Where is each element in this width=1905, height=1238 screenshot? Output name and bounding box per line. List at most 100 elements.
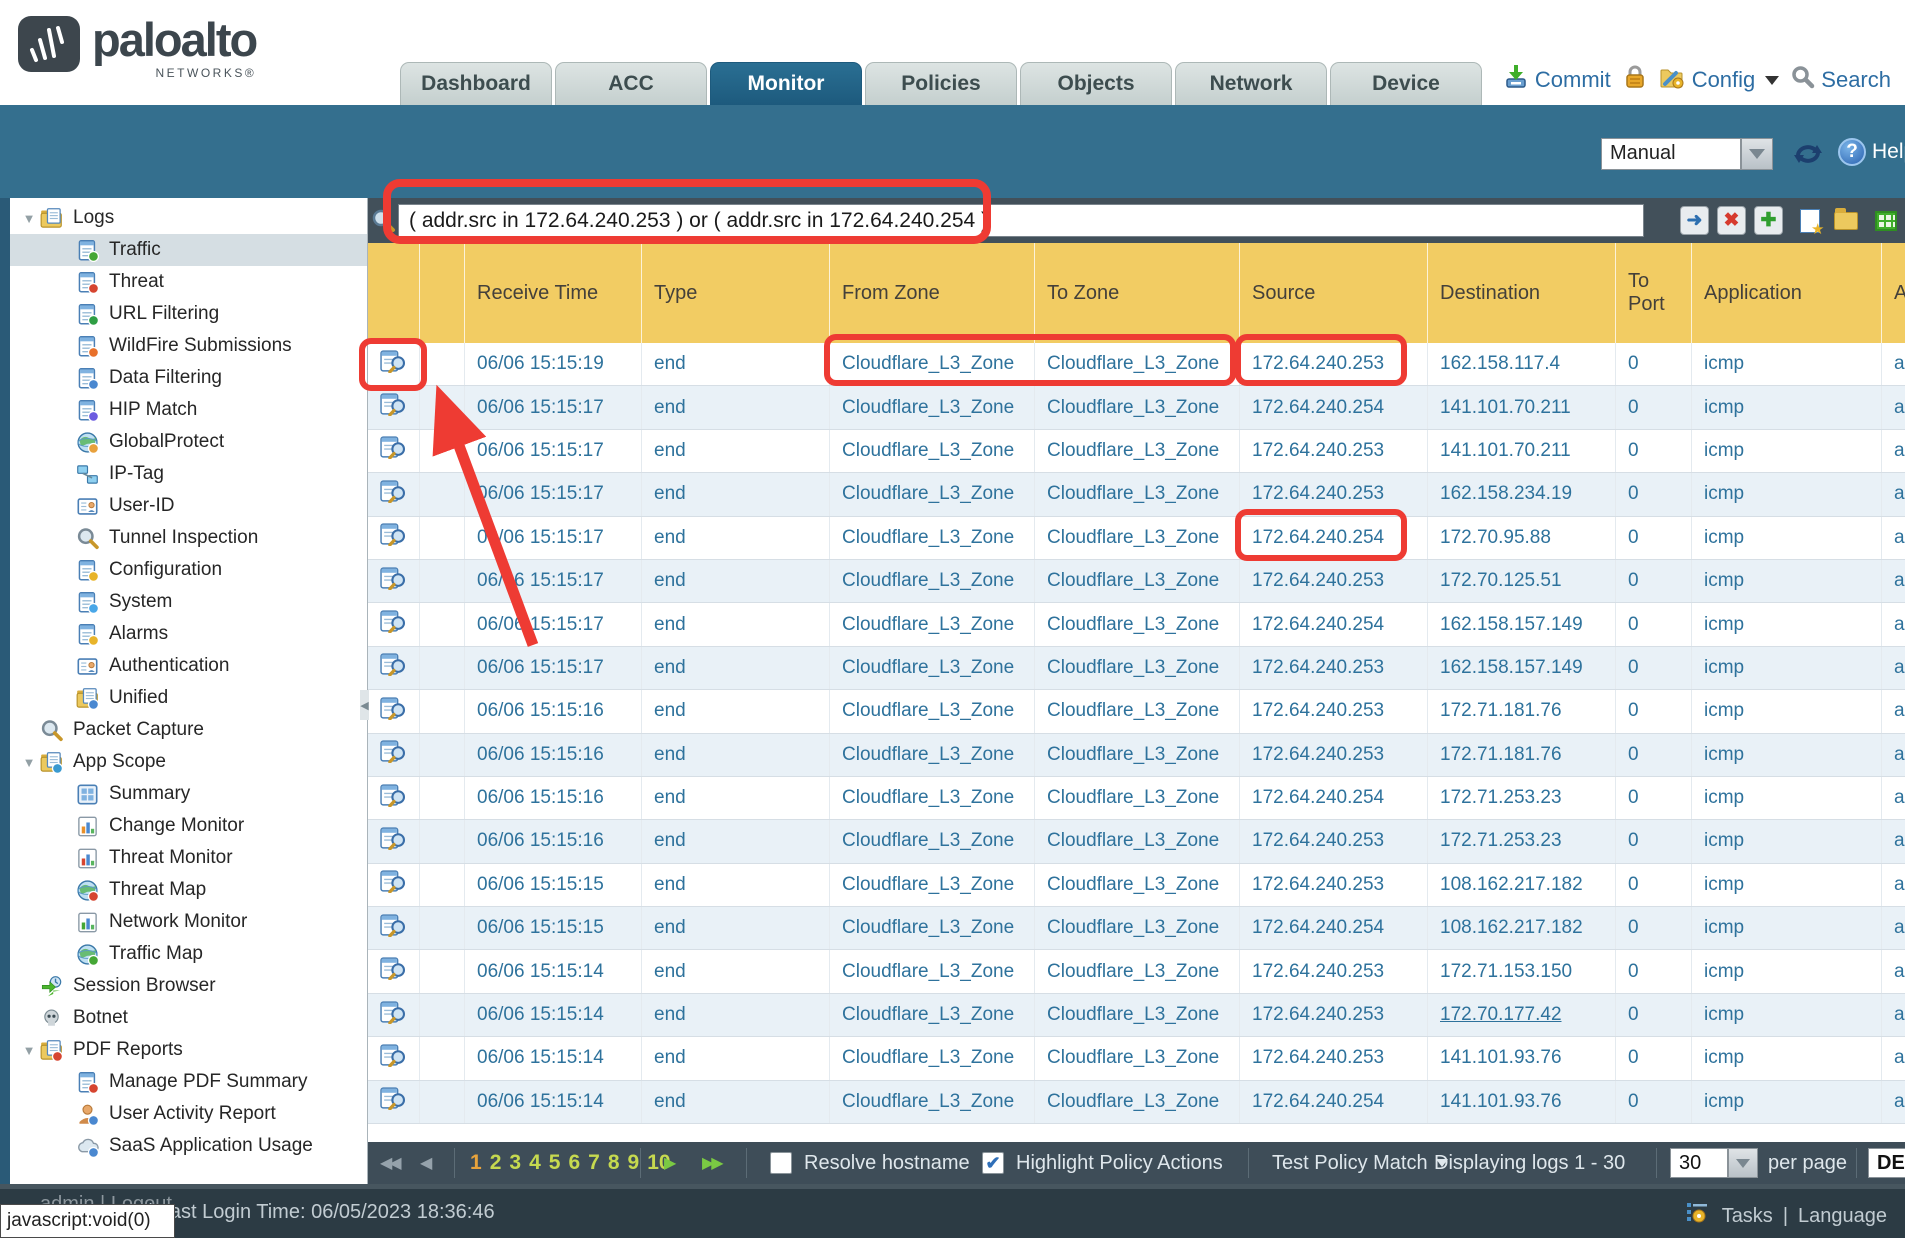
log-detail-cell[interactable] — [368, 777, 420, 819]
tab-device[interactable]: Device — [1330, 62, 1482, 105]
sort-order-select[interactable]: DESC — [1868, 1142, 1905, 1184]
refresh-mode-select[interactable]: Manual — [1601, 138, 1773, 170]
tab-policies[interactable]: Policies — [865, 62, 1017, 105]
column-header-destination[interactable]: Destination — [1428, 243, 1616, 343]
log-detail-cell[interactable] — [368, 343, 420, 385]
log-detail-cell[interactable] — [368, 473, 420, 515]
sidebar-item-system[interactable]: System — [10, 586, 367, 618]
log-detail-cell[interactable] — [368, 864, 420, 906]
export-button[interactable] — [1871, 206, 1900, 235]
log-detail-cell[interactable] — [368, 647, 420, 689]
sidebar-item-pdf-reports[interactable]: ▼PDF Reports — [10, 1034, 367, 1066]
per-page-dropdown-button[interactable] — [1728, 1148, 1758, 1178]
add-filter-button[interactable]: ✚ — [1754, 206, 1783, 235]
sidebar-item-tunnel-inspection[interactable]: Tunnel Inspection — [10, 522, 367, 554]
column-header-application[interactable]: Application — [1692, 243, 1882, 343]
log-detail-magnifier-icon[interactable] — [380, 653, 407, 682]
page-number-5[interactable]: 5 — [549, 1151, 561, 1175]
sidebar-item-unified[interactable]: Unified — [10, 682, 367, 714]
first-page-button[interactable]: ◀◀ — [380, 1142, 399, 1184]
log-detail-magnifier-icon[interactable] — [380, 870, 407, 899]
page-number-8[interactable]: 8 — [608, 1151, 620, 1175]
column-header-action[interactable]: Action — [1882, 243, 1905, 343]
help-button[interactable]: ? Help — [1838, 138, 1905, 166]
sidebar-item-change-monitor[interactable]: Change Monitor — [10, 810, 367, 842]
log-detail-magnifier-icon[interactable] — [380, 523, 407, 552]
tab-objects[interactable]: Objects — [1020, 62, 1172, 105]
log-detail-magnifier-icon[interactable] — [380, 393, 407, 422]
log-detail-magnifier-icon[interactable] — [380, 1044, 407, 1073]
tree-expand-icon[interactable]: ▼ — [18, 211, 40, 226]
log-detail-magnifier-icon[interactable] — [380, 957, 407, 986]
log-detail-cell[interactable] — [368, 734, 420, 776]
cell-destination[interactable]: 172.70.177.42 — [1440, 1004, 1562, 1026]
log-detail-cell[interactable] — [368, 430, 420, 472]
log-detail-cell[interactable] — [368, 386, 420, 428]
sidebar-item-app-scope[interactable]: ▼App Scope — [10, 746, 367, 778]
apply-filter-button[interactable]: ➜ — [1680, 206, 1709, 235]
sidebar-item-globalprotect[interactable]: GlobalProtect — [10, 426, 367, 458]
sidebar-item-saas-application-usage[interactable]: SaaS Application Usage — [10, 1130, 367, 1162]
sidebar-item-configuration[interactable]: Configuration — [10, 554, 367, 586]
refresh-icon[interactable] — [1792, 139, 1824, 174]
sidebar-item-ip-tag[interactable]: IP-Tag — [10, 458, 367, 490]
save-filter-button[interactable] — [1795, 206, 1824, 235]
column-header-source[interactable]: Source — [1240, 243, 1428, 343]
tree-expand-icon[interactable]: ▼ — [18, 755, 40, 770]
sidebar-item-threat-monitor[interactable]: Threat Monitor — [10, 842, 367, 874]
sidebar-item-network-monitor[interactable]: Network Monitor — [10, 906, 367, 938]
sidebar-item-traffic-map[interactable]: Traffic Map — [10, 938, 367, 970]
sidebar-item-threat[interactable]: Threat — [10, 266, 367, 298]
sidebar-collapse-handle[interactable]: ◀ — [360, 690, 369, 720]
log-detail-magnifier-icon[interactable] — [380, 610, 407, 639]
sidebar-item-packet-capture[interactable]: Packet Capture — [10, 714, 367, 746]
sidebar-item-alarms[interactable]: Alarms — [10, 618, 367, 650]
tab-acc[interactable]: ACC — [555, 62, 707, 105]
tab-monitor[interactable]: Monitor — [710, 62, 862, 105]
column-header-to-zone[interactable]: To Zone — [1035, 243, 1240, 343]
log-detail-cell[interactable] — [368, 994, 420, 1036]
sidebar-item-data-filtering[interactable]: Data Filtering — [10, 362, 367, 394]
sidebar-item-manage-pdf-summary[interactable]: Manage PDF Summary — [10, 1066, 367, 1098]
column-header-from-zone[interactable]: From Zone — [830, 243, 1035, 343]
config-menu[interactable]: Config — [1659, 64, 1780, 96]
log-detail-cell[interactable] — [368, 603, 420, 645]
per-page-select[interactable]: 30 — [1670, 1142, 1758, 1184]
lock-icon[interactable] — [1623, 64, 1647, 96]
sidebar-item-traffic[interactable]: Traffic — [10, 234, 367, 266]
sidebar-item-authentication[interactable]: Authentication — [10, 650, 367, 682]
log-detail-magnifier-icon[interactable] — [380, 697, 407, 726]
last-page-button[interactable]: ▶▶ — [702, 1142, 721, 1184]
column-header-receive-time[interactable]: Receive Time — [465, 243, 642, 343]
column-header-to-port[interactable]: To Port — [1616, 243, 1692, 343]
sidebar-item-botnet[interactable]: Botnet — [10, 1002, 367, 1034]
log-detail-magnifier-icon[interactable] — [380, 567, 407, 596]
log-detail-magnifier-icon[interactable] — [380, 914, 407, 943]
search-button[interactable]: Search — [1791, 65, 1891, 95]
log-detail-cell[interactable] — [368, 1081, 420, 1123]
test-policy-match-button[interactable]: Test Policy Match — [1272, 1142, 1448, 1184]
log-detail-magnifier-icon[interactable] — [380, 740, 407, 769]
log-detail-cell[interactable] — [368, 690, 420, 732]
highlight-policy-actions-checkbox[interactable]: ✔ — [982, 1152, 1004, 1174]
commit-button[interactable]: Commit — [1503, 64, 1611, 96]
sidebar-item-threat-map[interactable]: Threat Map — [10, 874, 367, 906]
log-detail-cell[interactable] — [368, 517, 420, 559]
log-detail-cell[interactable] — [368, 907, 420, 949]
resolve-hostname-checkbox[interactable] — [770, 1152, 792, 1174]
filter-query-input[interactable] — [398, 204, 1644, 237]
next-page-button[interactable]: ▶ — [664, 1142, 673, 1184]
page-number-6[interactable]: 6 — [568, 1151, 580, 1175]
log-detail-magnifier-icon[interactable] — [380, 350, 407, 379]
tab-dashboard[interactable]: Dashboard — [400, 62, 552, 105]
page-number-9[interactable]: 9 — [628, 1151, 640, 1175]
tab-network[interactable]: Network — [1175, 62, 1327, 105]
log-detail-magnifier-icon[interactable] — [380, 827, 407, 856]
log-detail-cell[interactable] — [368, 950, 420, 992]
page-number-4[interactable]: 4 — [529, 1151, 541, 1175]
language-button[interactable]: Language — [1798, 1205, 1887, 1228]
sidebar-item-hip-match[interactable]: HIP Match — [10, 394, 367, 426]
sidebar-item-user-activity-report[interactable]: User Activity Report — [10, 1098, 367, 1130]
log-detail-cell[interactable] — [368, 560, 420, 602]
log-detail-cell[interactable] — [368, 820, 420, 862]
